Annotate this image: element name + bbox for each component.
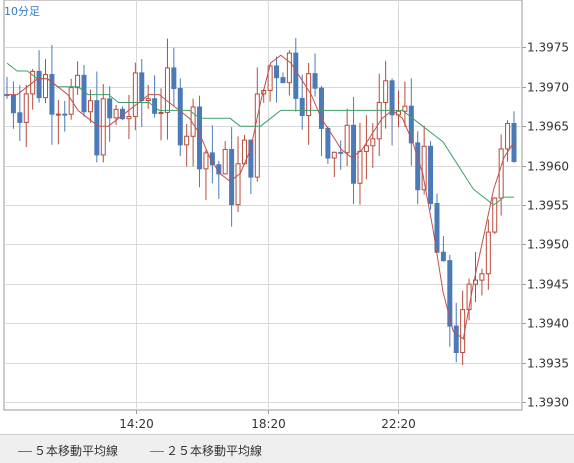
candle-body bbox=[428, 145, 434, 205]
candle-body bbox=[293, 52, 299, 99]
candle-body bbox=[94, 100, 100, 156]
candle-body bbox=[68, 87, 74, 115]
y-tick-label: 1.3930 bbox=[527, 396, 569, 410]
legend: ５本移動平均線 ２５本移動平均線 bbox=[0, 434, 574, 463]
candle-body bbox=[107, 98, 113, 119]
candle-body bbox=[177, 88, 183, 146]
candle-body bbox=[338, 151, 344, 154]
candle-body bbox=[351, 124, 357, 184]
candle-body bbox=[331, 151, 337, 159]
candle-body bbox=[440, 251, 446, 262]
candle-body bbox=[415, 142, 421, 191]
legend-item-ma25: ２５本移動平均線 bbox=[150, 442, 262, 459]
candle-body bbox=[344, 124, 350, 154]
candle-body bbox=[145, 98, 151, 102]
candle-body bbox=[280, 77, 286, 84]
y-tick-label: 1.3950 bbox=[527, 238, 569, 252]
candle-body bbox=[158, 111, 164, 114]
candle-body bbox=[286, 52, 292, 84]
x-tick-label: 22:20 bbox=[381, 417, 416, 431]
candlestick-chart: 1.3930 1.3935 1.3940 1.3945 1.3950 1.3955 1.39… bbox=[3, 0, 569, 431]
candle-body bbox=[383, 80, 389, 103]
candle-body bbox=[306, 73, 312, 117]
candle-body bbox=[370, 138, 376, 147]
timeframe-label: 10分足 bbox=[4, 5, 40, 18]
candle-body bbox=[203, 152, 209, 170]
candle-body bbox=[505, 123, 511, 150]
candle-body bbox=[254, 93, 260, 178]
candle-body bbox=[81, 74, 87, 113]
legend-ma25-label: ２５本移動平均線 bbox=[166, 444, 263, 458]
y-tick-label: 1.3960 bbox=[527, 160, 569, 174]
candle-body bbox=[408, 105, 414, 144]
y-tick-label: 1.3970 bbox=[527, 81, 569, 95]
candle-body bbox=[62, 113, 68, 116]
candle-body bbox=[299, 97, 305, 117]
candle-body bbox=[10, 94, 16, 114]
candle-body bbox=[87, 100, 93, 113]
y-tick-label: 1.3935 bbox=[527, 357, 569, 371]
candle-body bbox=[325, 127, 331, 159]
candle-body bbox=[485, 231, 491, 275]
candle-body bbox=[479, 273, 485, 281]
candle-body bbox=[389, 80, 395, 116]
candle-body bbox=[171, 67, 177, 90]
candle-body bbox=[23, 93, 29, 123]
y-tick-label: 1.3965 bbox=[527, 120, 569, 134]
candle-body bbox=[460, 309, 466, 354]
candle-body bbox=[36, 70, 42, 99]
candle-body bbox=[164, 67, 170, 113]
candle-body bbox=[274, 65, 280, 79]
y-tick-label: 1.3955 bbox=[527, 199, 569, 213]
legend-item-ma5: ５本移動平均線 bbox=[18, 442, 118, 459]
candle-body bbox=[113, 108, 119, 119]
candle-body bbox=[132, 72, 138, 117]
candle-body bbox=[184, 135, 190, 146]
candle-body bbox=[312, 73, 318, 89]
legend-ma5-label: ５本移動平均線 bbox=[34, 444, 119, 458]
candle-body bbox=[229, 148, 235, 206]
candle-body bbox=[126, 115, 132, 120]
candle-body bbox=[75, 74, 81, 89]
ma5-line-swatch-icon bbox=[18, 451, 32, 452]
candle-body bbox=[100, 98, 106, 156]
candle-body bbox=[139, 72, 145, 102]
candle-body bbox=[402, 105, 408, 112]
candle-body bbox=[55, 113, 61, 116]
candle-body bbox=[222, 148, 228, 175]
candle-body bbox=[43, 74, 49, 99]
candle-body bbox=[363, 145, 369, 152]
candle-body bbox=[235, 163, 241, 206]
x-tick-label: 18:20 bbox=[251, 417, 286, 431]
candle-body bbox=[357, 150, 363, 184]
x-tick-label: 14:20 bbox=[119, 417, 154, 431]
y-tick-label: 1.3940 bbox=[527, 317, 569, 331]
ma25-line-swatch-icon bbox=[150, 451, 164, 452]
chart-frame: 10分足 1.3930 1.3935 1.3940 1.3945 1.3950 1.395… bbox=[0, 0, 574, 463]
y-tick-label: 1.3975 bbox=[527, 41, 569, 55]
candle-body bbox=[318, 87, 324, 129]
candle-body bbox=[498, 148, 504, 199]
candle-body bbox=[453, 325, 459, 354]
y-tick-label: 1.3945 bbox=[527, 278, 569, 292]
candle-body bbox=[17, 112, 23, 123]
